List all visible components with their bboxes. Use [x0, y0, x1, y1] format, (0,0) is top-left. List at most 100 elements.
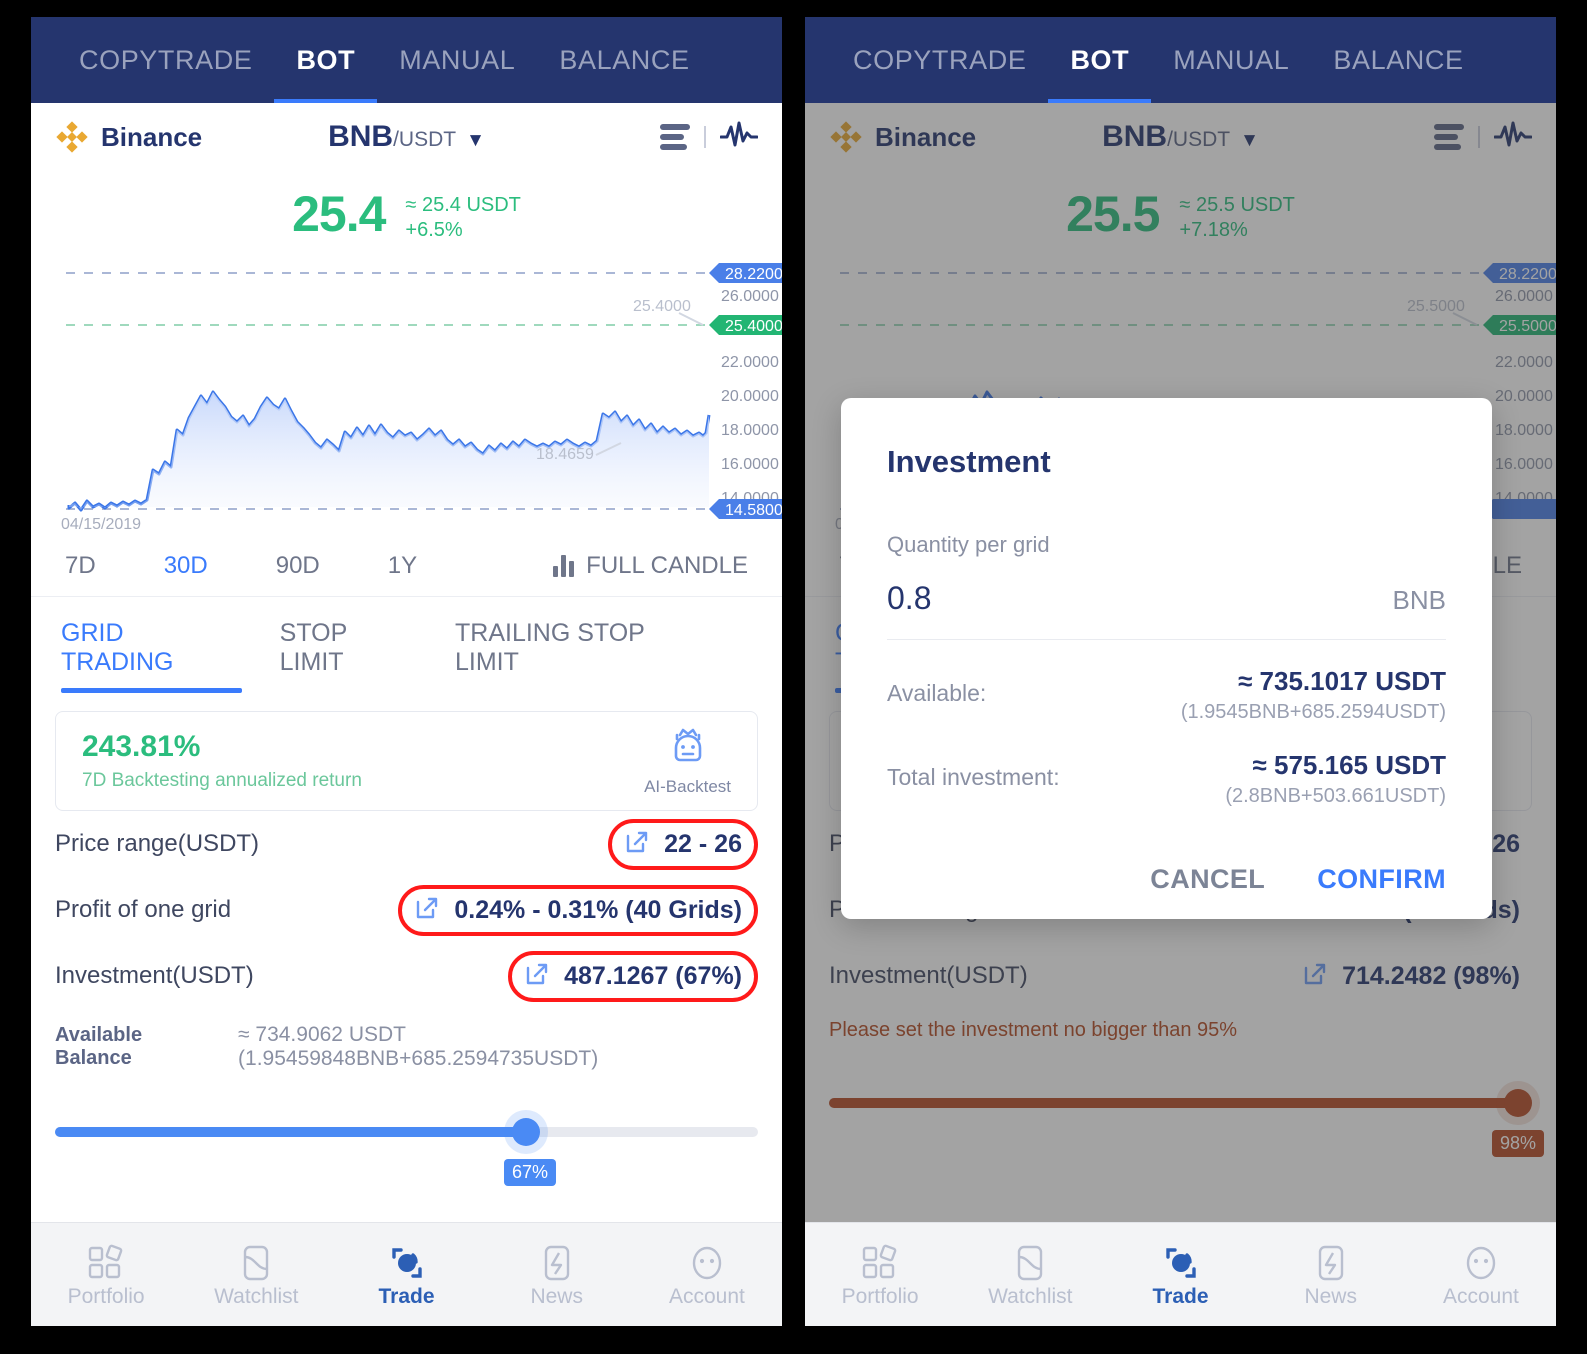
tab-copytrade[interactable]: COPYTRADE — [831, 17, 1048, 103]
nav-item-portfolio[interactable]: Portfolio — [805, 1241, 955, 1309]
modal-total-value: ≈ 575.165 USDT — [1252, 750, 1446, 780]
tab-trailing-stop-limit[interactable]: TRAILING STOP LIMIT — [455, 619, 714, 693]
tab-balance[interactable]: BALANCE — [1311, 17, 1485, 103]
modal-total-label: Total investment: — [887, 764, 1060, 790]
nav-label-watchlist: Watchlist — [214, 1284, 299, 1308]
row-profit-per-grid-left: Profit of one grid 0.24% - 0.31% (40 Gri… — [31, 877, 782, 943]
timeframe-30d[interactable]: 30D — [164, 552, 208, 580]
tab-manual[interactable]: MANUAL — [377, 17, 537, 103]
modal-available-row: Available: ≈ 735.1017 USDT (1.9545BNB+68… — [887, 666, 1446, 724]
pulse-chart-icon[interactable] — [719, 121, 759, 154]
price-range-value-button[interactable]: 22 - 26 — [608, 818, 758, 870]
quantity-per-grid-value[interactable]: 0.8 — [887, 580, 931, 617]
tab-grid-trading[interactable]: GRID TRADING — [61, 619, 242, 693]
nav-item-trade[interactable]: Trade — [1105, 1241, 1255, 1309]
nav-item-account[interactable]: Account — [632, 1241, 782, 1309]
portfolio-icon — [805, 1241, 955, 1285]
modal-total-value-block: ≈ 575.165 USDT (2.8BNB+503.661USDT) — [1225, 750, 1446, 808]
price-block-left: 25.4 ≈ 25.4 USDT +6.5% — [31, 171, 782, 249]
svg-text:16.0000: 16.0000 — [721, 456, 779, 473]
edit-icon — [624, 829, 650, 860]
ai-backtest-button[interactable]: AI-Backtest — [644, 726, 731, 797]
nav-item-trade[interactable]: Trade — [331, 1241, 481, 1309]
price-chart-left[interactable]: 25.4000 18.4659 26.0000 24.0000 22.0000 … — [31, 255, 782, 535]
nav-label-portfolio: Portfolio — [67, 1284, 145, 1308]
quantity-unit: BNB — [1392, 585, 1446, 615]
watchlist-icon — [181, 1241, 331, 1285]
price-change: +6.5% — [405, 219, 463, 241]
tab-bot[interactable]: BOT — [274, 17, 378, 103]
backtest-return-percent: 243.81% — [82, 730, 201, 763]
available-balance-row-left: Available Balance ≈ 734.9062 USDT (1.954… — [31, 1009, 782, 1071]
confirm-button[interactable]: CONFIRM — [1317, 864, 1446, 895]
nav-item-news[interactable]: News — [1256, 1241, 1406, 1309]
modal-available-value-block: ≈ 735.1017 USDT (1.9545BNB+685.2594USDT) — [1181, 666, 1446, 724]
quantity-per-grid-label: Quantity per grid — [887, 532, 1050, 557]
phone-screen-right: COPYTRADE BOT MANUAL BALANCE Binance BNB… — [805, 17, 1556, 1326]
order-list-icon[interactable] — [660, 124, 690, 150]
nav-item-portfolio[interactable]: Portfolio — [31, 1241, 181, 1309]
backtest-text-block: 243.81% 7D Backtesting annualized return — [82, 730, 362, 792]
price-approx: ≈ 25.4 USDT — [405, 194, 521, 216]
full-candle-label: FULL CANDLE — [586, 551, 748, 579]
price-range-label: Price range(USDT) — [55, 830, 260, 857]
svg-text:26.0000: 26.0000 — [721, 288, 779, 305]
profit-per-grid-value-button[interactable]: 0.24% - 0.31% (40 Grids) — [398, 884, 758, 936]
available-balance-label: Available Balance — [55, 1024, 143, 1069]
svg-text:14.5800: 14.5800 — [725, 502, 782, 519]
nav-label-account: Account — [1442, 1284, 1519, 1308]
trade-icon — [1105, 1241, 1255, 1285]
cancel-button[interactable]: CANCEL — [1150, 864, 1265, 895]
top-tab-bar-left: COPYTRADE BOT MANUAL BALANCE — [31, 17, 782, 103]
news-icon — [1256, 1241, 1406, 1285]
top-tab-bar-right: COPYTRADE BOT MANUAL BALANCE — [805, 17, 1556, 103]
order-type-tabs-left: GRID TRADING STOP LIMIT TRAILING STOP LI… — [31, 597, 782, 693]
bottom-nav-left: Portfolio Watchlist Trade News Account — [31, 1222, 782, 1326]
modal-actions: CANCEL CONFIRM — [887, 864, 1446, 895]
phone-screen-left: COPYTRADE BOT MANUAL BALANCE Binance BNB… — [31, 17, 782, 1326]
robot-icon — [667, 728, 709, 774]
row-investment-left: Investment(USDT) 487.1267 (67%) — [31, 943, 782, 1009]
svg-text:25.4000: 25.4000 — [725, 318, 782, 335]
tab-manual[interactable]: MANUAL — [1151, 17, 1311, 103]
svg-text:28.2200: 28.2200 — [725, 266, 782, 283]
chart-current-price-tag: 25.4000 — [709, 315, 782, 335]
bottom-nav-right: Portfolio Watchlist Trade News Account — [805, 1222, 1556, 1326]
pair-base: BNB — [328, 120, 394, 153]
chart-low-label: 18.4659 — [536, 446, 594, 463]
nav-label-account: Account — [668, 1284, 745, 1308]
nav-item-watchlist[interactable]: Watchlist — [955, 1241, 1105, 1309]
investment-label: Investment(USDT) — [55, 962, 254, 989]
full-candle-button[interactable]: FULL CANDLE — [553, 552, 748, 580]
chart-high-label: 25.4000 — [633, 298, 691, 315]
timeframe-1y[interactable]: 1Y — [388, 552, 417, 580]
nav-label-trade: Trade — [378, 1284, 435, 1308]
tab-bot[interactable]: BOT — [1048, 17, 1152, 103]
nav-item-watchlist[interactable]: Watchlist — [181, 1241, 331, 1309]
svg-text:18.0000: 18.0000 — [721, 422, 779, 439]
backtest-card-left: 243.81% 7D Backtesting annualized return — [55, 711, 758, 811]
nav-item-news[interactable]: News — [482, 1241, 632, 1309]
modal-title: Investment — [887, 444, 1051, 479]
quantity-per-grid-field[interactable]: 0.8 BNB — [887, 580, 1446, 640]
trade-icon — [331, 1241, 481, 1285]
available-balance-value: ≈ 734.9062 USDT (1.95459848BNB+685.25947… — [238, 1023, 599, 1070]
investment-slider-left[interactable]: 67% — [55, 1115, 758, 1186]
nav-item-account[interactable]: Account — [1406, 1241, 1556, 1309]
svg-text:22.0000: 22.0000 — [721, 354, 779, 371]
timeframe-7d[interactable]: 7D — [65, 552, 96, 580]
nav-label-portfolio: Portfolio — [841, 1284, 919, 1308]
tab-balance[interactable]: BALANCE — [537, 17, 711, 103]
header-icon-group — [660, 121, 759, 154]
nav-label-news: News — [530, 1284, 583, 1308]
tab-copytrade[interactable]: COPYTRADE — [57, 17, 274, 103]
bar-chart-icon — [553, 554, 575, 577]
investment-value-button[interactable]: 487.1267 (67%) — [508, 950, 758, 1002]
edit-icon — [414, 895, 440, 926]
edit-icon — [524, 961, 550, 992]
timeframe-90d[interactable]: 90D — [276, 552, 320, 580]
chart-lower-bound-tag: 14.5800 — [709, 499, 782, 519]
tab-stop-limit[interactable]: STOP LIMIT — [280, 619, 417, 693]
slider-knob[interactable] — [512, 1118, 540, 1146]
backtest-subtitle: 7D Backtesting annualized return — [82, 770, 362, 791]
